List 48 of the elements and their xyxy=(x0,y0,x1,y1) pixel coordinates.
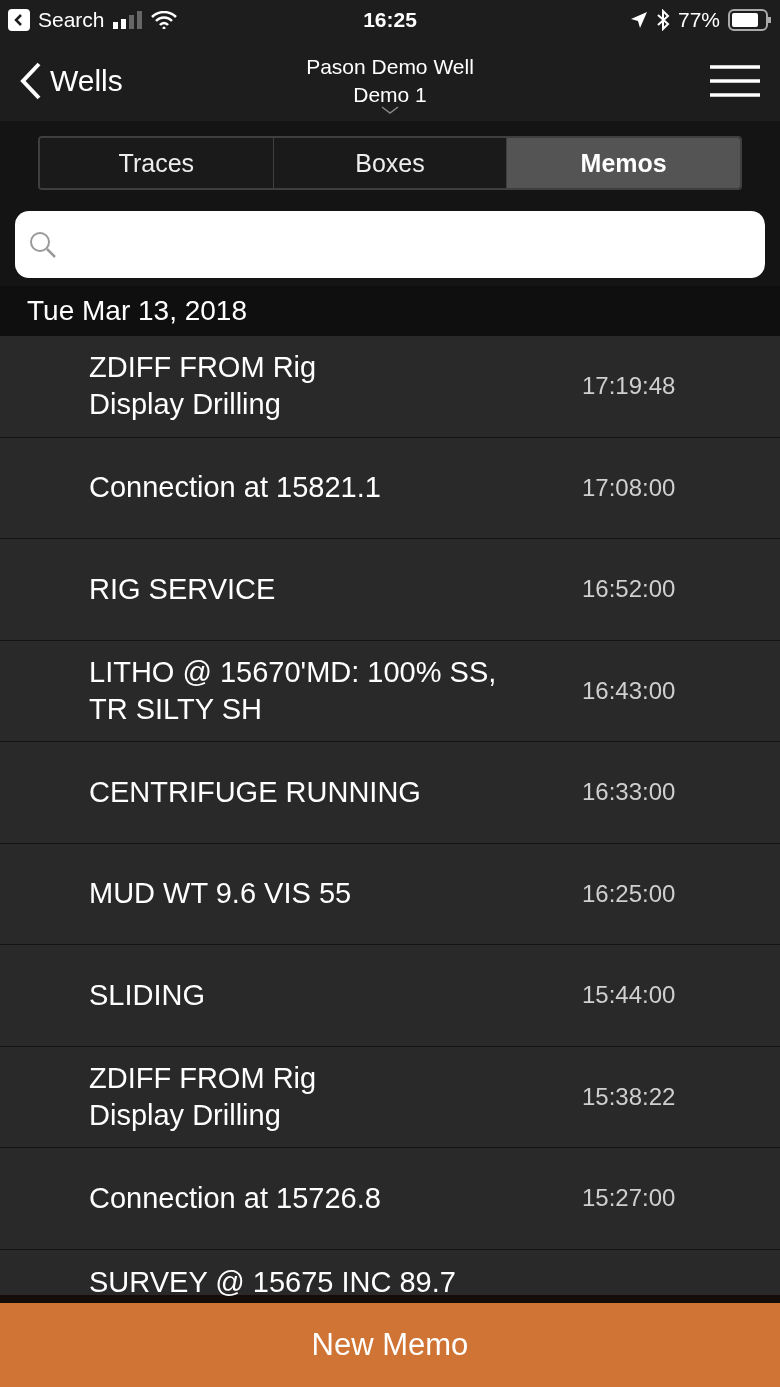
memo-text: Connection at 15821.1 xyxy=(89,470,382,506)
memo-row[interactable]: ZDIFF FROM Rig Display Drilling 17:19:48 xyxy=(0,336,780,438)
section-date: Tue Mar 13, 2018 xyxy=(0,286,780,336)
memo-time: 16:52:00 xyxy=(582,575,676,604)
tab[interactable]: Boxes xyxy=(273,138,508,188)
memo-row[interactable]: MUD WT 9.6 VIS 55 16:25:00 xyxy=(0,843,780,945)
bluetooth-icon xyxy=(655,9,670,31)
back-app-label[interactable]: Search xyxy=(38,8,105,32)
battery-icon xyxy=(728,9,772,31)
chevron-left-icon[interactable] xyxy=(20,61,42,100)
nav-title[interactable]: Pason Demo Well xyxy=(306,54,474,79)
memo-row[interactable]: SLIDING 15:44:00 xyxy=(0,945,780,1047)
memo-text: Connection at 15726.8 xyxy=(89,1180,382,1216)
memo-text: RIG SERVICE xyxy=(89,571,277,607)
memo-text: ZDIFF FROM Rig Display Drilling xyxy=(89,1060,318,1133)
memo-text: SLIDING xyxy=(89,977,207,1013)
status-time: 16:25 xyxy=(362,8,418,32)
menu-icon[interactable] xyxy=(710,64,760,97)
memo-row[interactable]: RIG SERVICE 16:52:00 xyxy=(0,539,780,641)
memo-text: LITHO @ 15670'MD: 100% SS, TR SILTY SH xyxy=(89,654,498,727)
search-field[interactable] xyxy=(15,211,765,278)
memo-text: CENTRIFUGE RUNNING xyxy=(89,774,422,810)
memo-time: 16:25:00 xyxy=(582,879,676,908)
memo-row[interactable]: ZDIFF FROM Rig Display Drilling 15:38:22 xyxy=(0,1046,780,1148)
memo-time: 15:38:22 xyxy=(582,1082,676,1111)
memo-text: ZDIFF FROM Rig Display Drilling xyxy=(89,350,318,423)
memo-time: 15:27:00 xyxy=(582,1184,676,1213)
search-icon xyxy=(29,230,57,259)
tab[interactable]: Traces xyxy=(40,138,274,188)
memo-time: 17:19:48 xyxy=(582,372,676,401)
nav-subtitle[interactable]: Demo 1 xyxy=(353,82,427,107)
back-button[interactable]: Wells xyxy=(20,61,307,100)
memo-row[interactable]: LITHO @ 15670'MD: 100% SS, TR SILTY SH 16:43:00 xyxy=(0,640,780,742)
chevron-down-icon[interactable] xyxy=(381,106,399,114)
memo-row[interactable]: CENTRIFUGE RUNNING 16:33:00 xyxy=(0,742,780,844)
battery-percent: 77% xyxy=(677,8,720,32)
memo-row[interactable]: Connection at 15726.8 15:27:00 xyxy=(0,1148,780,1250)
signal-icon xyxy=(112,11,143,29)
memo-time: 17:08:00 xyxy=(582,473,676,502)
tab[interactable]: Memos xyxy=(507,138,740,188)
memo-time: 16:43:00 xyxy=(582,676,676,705)
back-app-icon[interactable] xyxy=(8,9,30,31)
location-arrow-icon xyxy=(629,11,648,29)
memo-row[interactable]: Connection at 15821.1 17:08:00 xyxy=(0,437,780,539)
wifi-icon xyxy=(150,11,177,29)
memo-time: 15:44:00 xyxy=(582,981,676,1010)
memo-text: MUD WT 9.6 VIS 55 xyxy=(89,876,353,912)
memo-time: 16:33:00 xyxy=(582,778,676,807)
